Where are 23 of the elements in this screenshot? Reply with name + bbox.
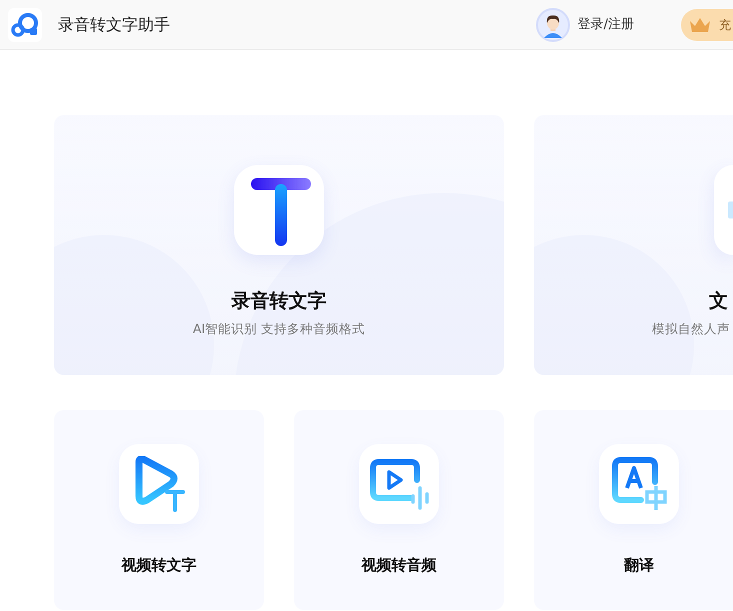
feature-card[interactable]: 文 模拟自然人声 — [534, 115, 733, 375]
app-title: 录音转文字助手 — [58, 14, 170, 36]
card-title: 文 — [709, 289, 728, 314]
tool-card[interactable]: 翻译 — [534, 410, 733, 610]
bar-icon — [714, 165, 733, 255]
letter-translate-icon — [599, 444, 679, 524]
tool-title: 视频转文字 — [122, 555, 196, 576]
logo-icon — [8, 8, 42, 42]
card-subtitle: 模拟自然人声 — [652, 320, 730, 338]
letter-t-icon — [234, 165, 324, 255]
play-text-icon — [119, 444, 199, 524]
login-link[interactable]: 登录/注册 — [578, 14, 634, 34]
card-subtitle: AI智能识别 支持多种音频格式 — [192, 320, 366, 338]
vip-button[interactable]: 充 — [681, 8, 733, 40]
tool-title: 翻译 — [624, 555, 654, 576]
tool-card[interactable]: 视频转文字 — [54, 410, 264, 610]
video-sound-icon — [359, 444, 439, 524]
crown-icon — [689, 16, 711, 34]
card-title: 录音转文字 — [232, 289, 326, 314]
tool-title: 视频转音频 — [362, 555, 436, 576]
avatar-icon[interactable] — [536, 8, 570, 42]
feature-card[interactable]: 录音转文字 AI智能识别 支持多种音频格式 — [54, 115, 504, 375]
tool-card[interactable]: 视频转音频 — [294, 410, 504, 610]
